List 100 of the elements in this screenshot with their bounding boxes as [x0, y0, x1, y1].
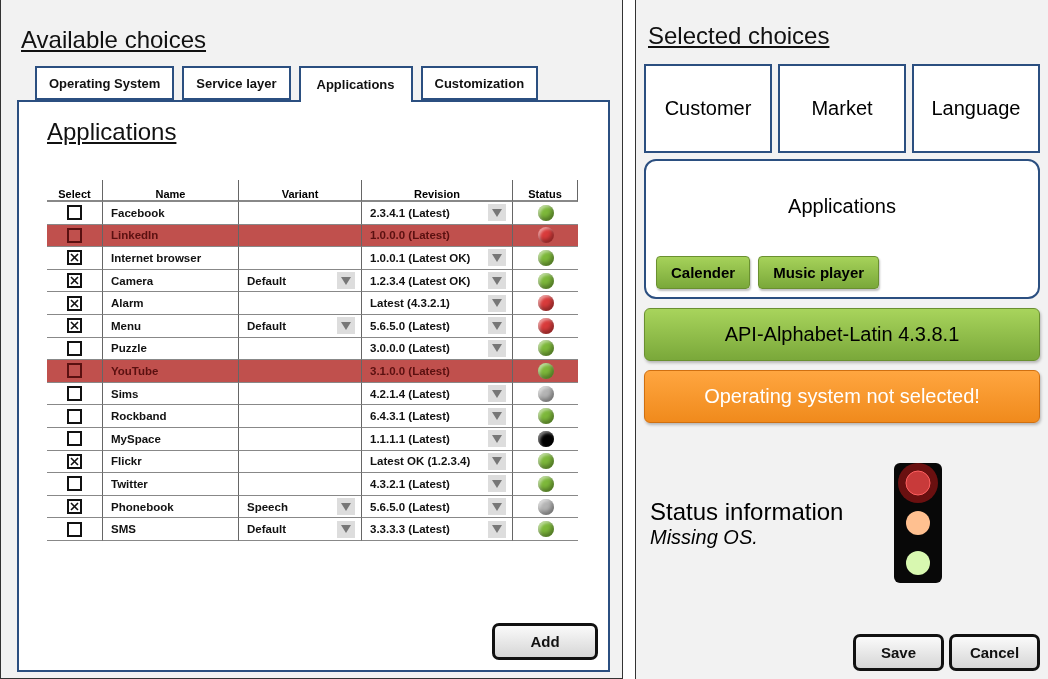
checkbox[interactable]	[67, 318, 82, 334]
dropdown-button[interactable]	[488, 294, 506, 312]
checkbox[interactable]	[67, 273, 82, 289]
table-cell: 2.3.4.1 (Latest)	[362, 202, 513, 225]
table-cell: 3.3.3.3 (Latest)	[362, 518, 513, 541]
table-cell: Rockband	[103, 405, 239, 428]
dropdown-button[interactable]	[488, 385, 506, 403]
cancel-button[interactable]: Cancel	[949, 634, 1040, 671]
table-cell: 3.0.0.0 (Latest)	[362, 337, 513, 361]
dropdown-button[interactable]	[337, 498, 355, 515]
table-cell: 1.0.0.1 (Latest OK)	[362, 247, 513, 270]
checkbox[interactable]	[67, 476, 82, 492]
checkbox[interactable]	[67, 205, 82, 221]
dropdown-button[interactable]	[488, 317, 506, 335]
save-button[interactable]: Save	[853, 634, 944, 671]
table-cell: Speech	[239, 495, 362, 519]
dropdown-button[interactable]	[488, 475, 506, 493]
panel-title: Available choices	[21, 26, 206, 54]
application-chip[interactable]: Calender	[656, 256, 751, 289]
choice-box[interactable]: Language	[912, 64, 1040, 153]
table-cell: Menu	[103, 314, 239, 338]
tab[interactable]: Applications	[298, 66, 413, 102]
dropdown-button[interactable]	[337, 520, 355, 538]
table-cell: Default	[239, 518, 362, 541]
dropdown-icon[interactable]	[492, 457, 502, 466]
checkbox[interactable]	[67, 295, 82, 311]
dropdown-icon[interactable]	[492, 502, 502, 511]
table-cell: 3.1.0.0 (Latest)	[362, 360, 513, 383]
table-cell: 1.0.0.0 (Latest)	[362, 224, 513, 248]
table-cell: Latest (4.3.2.1)	[362, 292, 513, 315]
dropdown-icon[interactable]	[492, 412, 502, 421]
dropdown-icon[interactable]	[492, 525, 502, 534]
dropdown-icon[interactable]	[341, 321, 351, 330]
table-cell: Facebook	[103, 202, 239, 225]
table-cell: Camera	[103, 269, 239, 293]
dropdown-button[interactable]	[337, 272, 355, 290]
table-cell: Internet browser	[103, 247, 239, 270]
dropdown-icon[interactable]	[492, 321, 502, 330]
checkbox[interactable]	[67, 453, 82, 469]
dropdown-icon[interactable]	[341, 276, 351, 285]
choice-box[interactable]: Market	[778, 64, 906, 153]
table-cell: Puzzle	[103, 337, 239, 361]
dropdown-button[interactable]	[488, 249, 506, 267]
dropdown-icon[interactable]	[341, 502, 351, 511]
add-button[interactable]: Add	[492, 623, 598, 660]
table-cell: Default	[239, 269, 362, 293]
dropdown-button[interactable]	[488, 452, 506, 470]
table-cell: 5.6.5.0 (Latest)	[362, 314, 513, 338]
dropdown-icon[interactable]	[492, 276, 502, 285]
choice-box[interactable]: Customer	[644, 64, 772, 153]
table-cell: YouTube	[103, 360, 239, 383]
dropdown-button[interactable]	[488, 430, 506, 448]
tab[interactable]: Operating System	[35, 66, 175, 100]
table-cell: 5.6.5.0 (Latest)	[362, 495, 513, 519]
dropdown-button[interactable]	[488, 407, 506, 425]
dropdown-icon[interactable]	[492, 434, 502, 443]
table-cell: Flickr	[103, 450, 239, 474]
dropdown-icon[interactable]	[341, 525, 351, 534]
panel-title: Selected choices	[648, 22, 830, 50]
application-chip[interactable]: Music player	[758, 256, 880, 289]
dropdown-button[interactable]	[488, 520, 506, 538]
checkbox[interactable]	[67, 250, 82, 266]
checkbox[interactable]	[67, 431, 82, 447]
dropdown-icon[interactable]	[492, 389, 502, 398]
status-title: Status information	[650, 497, 845, 526]
table-cell: LinkedIn	[103, 224, 239, 248]
dropdown-button[interactable]	[488, 272, 506, 290]
dropdown-button[interactable]	[488, 204, 506, 222]
table-cell: Latest OK (1.2.3.4)	[362, 450, 513, 474]
checkbox[interactable]	[67, 499, 82, 514]
warning-bar: Operating system not selected!	[644, 370, 1040, 423]
table-cell: SMS	[103, 518, 239, 541]
checkbox[interactable]	[67, 227, 82, 243]
table-cell: Alarm	[103, 292, 239, 315]
table-cell: 1.1.1.1 (Latest)	[362, 427, 513, 451]
api-bar: API-Alphabet-Latin 4.3.8.1	[644, 308, 1040, 361]
dropdown-icon[interactable]	[492, 344, 502, 353]
tab[interactable]: Customization	[420, 66, 539, 100]
table-cell: 6.4.3.1 (Latest)	[362, 405, 513, 428]
dropdown-icon[interactable]	[492, 254, 502, 262]
card-title: Applications	[788, 195, 896, 218]
dropdown-icon[interactable]	[492, 299, 502, 308]
dropdown-button[interactable]	[488, 339, 506, 357]
table-cell: MySpace	[103, 427, 239, 451]
dropdown-icon[interactable]	[492, 479, 502, 488]
checkbox[interactable]	[67, 408, 82, 424]
table-cell: 4.2.1.4 (Latest)	[362, 382, 513, 406]
tab[interactable]: Service layer	[182, 66, 291, 100]
checkbox[interactable]	[67, 386, 82, 402]
checkbox[interactable]	[67, 363, 82, 379]
table-cell: Sims	[103, 382, 239, 406]
checkbox[interactable]	[67, 340, 82, 356]
table-cell: Twitter	[103, 473, 239, 496]
table-cell: Default	[239, 314, 362, 338]
dropdown-button[interactable]	[488, 498, 506, 515]
table-cell: Phonebook	[103, 495, 239, 519]
checkbox[interactable]	[67, 521, 82, 537]
dropdown-icon[interactable]	[492, 208, 502, 217]
dropdown-button[interactable]	[337, 317, 355, 335]
table-cell: 1.2.3.4 (Latest OK)	[362, 269, 513, 293]
